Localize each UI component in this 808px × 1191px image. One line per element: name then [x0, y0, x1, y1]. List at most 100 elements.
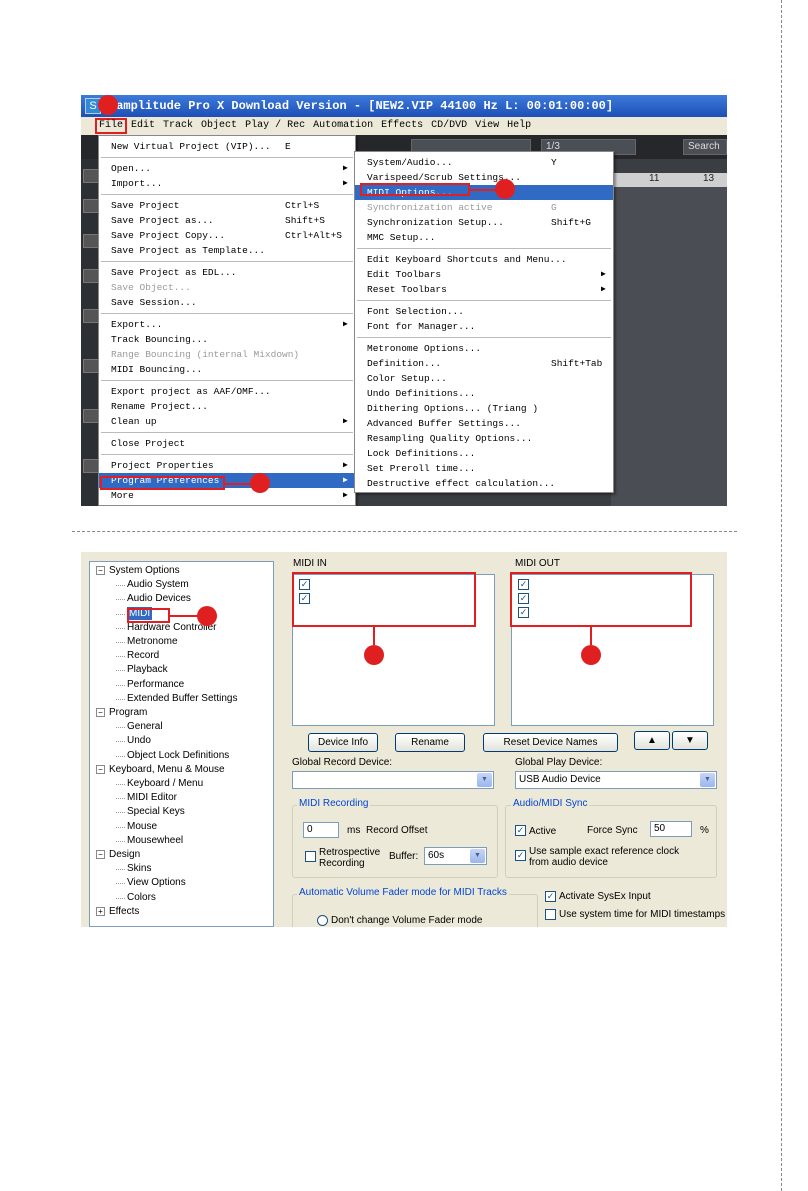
- chevron-down-icon[interactable]: ▼: [477, 773, 492, 787]
- sample-exact-checkbox[interactable]: ✓: [515, 850, 526, 861]
- menu-item-more[interactable]: More ▶: [99, 488, 355, 503]
- tree-item-system-options[interactable]: System Options: [109, 564, 180, 577]
- menu-item-reset-toolbars[interactable]: Reset Toolbars ▶: [355, 282, 613, 297]
- chevron-down-icon[interactable]: ▼: [700, 773, 715, 787]
- tree-item-audio-devices[interactable]: Audio Devices: [127, 592, 191, 605]
- move-up-button[interactable]: ▲: [634, 731, 670, 750]
- tree-item-special-keys[interactable]: Special Keys: [127, 805, 185, 818]
- menu-automation[interactable]: Automation: [309, 117, 377, 135]
- menu-track[interactable]: Track: [159, 117, 197, 135]
- menu-item-save-project-copy[interactable]: Save Project Copy... Ctrl+Alt+S: [99, 228, 355, 243]
- menu-item-save-session[interactable]: Save Session...: [99, 295, 355, 310]
- tree-item-extended-buffer-settings[interactable]: Extended Buffer Settings: [127, 692, 237, 705]
- menu-item-import[interactable]: Import... ▶: [99, 176, 355, 191]
- menu-item-close-project[interactable]: Close Project: [99, 436, 355, 451]
- menu-item-font-for-manager[interactable]: Font for Manager...: [355, 319, 613, 334]
- tree-item-skins[interactable]: Skins: [127, 862, 151, 875]
- menu-item-export[interactable]: Export... ▶: [99, 317, 355, 332]
- tree-item-undo[interactable]: Undo: [127, 734, 151, 747]
- tree-item-effects[interactable]: Effects: [109, 905, 139, 918]
- menu-item-save-project-as-template[interactable]: Save Project as Template...: [99, 243, 355, 258]
- menu-view[interactable]: View: [471, 117, 503, 135]
- menu-item-system-audio[interactable]: System/Audio... Y: [355, 155, 613, 170]
- menu-item-destructive-effect-calculation[interactable]: Destructive effect calculation...: [355, 476, 613, 491]
- menu-item-project-properties[interactable]: Project Properties ▶: [99, 458, 355, 473]
- panel-button[interactable]: [83, 359, 99, 373]
- collapse-icon[interactable]: −: [96, 708, 105, 717]
- panel-button[interactable]: [83, 309, 99, 323]
- collapse-icon[interactable]: −: [96, 764, 105, 774]
- chevron-down-icon[interactable]: ▼: [470, 849, 485, 863]
- expand-icon[interactable]: +: [96, 906, 105, 916]
- menu-item-new-virtual-project-vip[interactable]: New Virtual Project (VIP)... E: [99, 139, 355, 154]
- global-play-combo[interactable]: USB Audio Device ▼: [515, 771, 717, 789]
- menu-item-edit-keyboard-shortcuts-and-menu[interactable]: Edit Keyboard Shortcuts and Menu...: [355, 252, 613, 267]
- menu-item-rename-project[interactable]: Rename Project...: [99, 399, 355, 414]
- menu-item-clean-up[interactable]: Clean up ▶: [99, 414, 355, 429]
- reset-device-names-button[interactable]: Reset Device Names: [483, 733, 618, 752]
- tree-item-view-options[interactable]: View Options: [127, 876, 186, 889]
- tree-item-playback[interactable]: Playback: [127, 663, 168, 676]
- sync-active-checkbox[interactable]: ✓: [515, 825, 526, 836]
- menu-item-lock-definitions[interactable]: Lock Definitions...: [355, 446, 613, 461]
- menu-play-rec[interactable]: Play / Rec: [241, 117, 309, 135]
- tree-item-record[interactable]: Record: [127, 649, 159, 662]
- tree-item-keyboard-menu[interactable]: Keyboard / Menu: [127, 777, 203, 790]
- force-sync-input[interactable]: 50: [650, 821, 692, 837]
- menu-item-edit-toolbars[interactable]: Edit Toolbars ▶: [355, 267, 613, 282]
- menu-item-midi-bouncing[interactable]: MIDI Bouncing...: [99, 362, 355, 377]
- dont-change-fader-radio[interactable]: [317, 915, 328, 926]
- tree-item-audio-system[interactable]: Audio System: [127, 578, 189, 591]
- tree-item-mousewheel[interactable]: Mousewheel: [127, 834, 183, 847]
- panel-button[interactable]: [83, 169, 99, 183]
- menu-object[interactable]: Object: [197, 117, 241, 135]
- tree-item-program[interactable]: Program: [109, 706, 147, 719]
- move-down-button[interactable]: ▼: [672, 731, 708, 750]
- menu-item-definition[interactable]: Definition... Shift+Tab: [355, 356, 613, 371]
- menu-item-color-setup[interactable]: Color Setup...: [355, 371, 613, 386]
- tree-item-general[interactable]: General: [127, 720, 163, 733]
- menu-item-save-project-as-edl[interactable]: Save Project as EDL...: [99, 265, 355, 280]
- menu-effects[interactable]: Effects: [377, 117, 427, 135]
- record-offset-input[interactable]: 0: [303, 822, 339, 838]
- menu-item-dithering-options-triang[interactable]: Dithering Options... (Triang ): [355, 401, 613, 416]
- tree-item-design[interactable]: Design: [109, 848, 140, 861]
- rename-button[interactable]: Rename: [395, 733, 465, 752]
- menu-item-open[interactable]: Open... ▶: [99, 161, 355, 176]
- buffer-combo[interactable]: 60s ▼: [424, 847, 487, 865]
- menu-help[interactable]: Help: [503, 117, 535, 135]
- menu-item-mmc-setup[interactable]: MMC Setup...: [355, 230, 613, 245]
- collapse-icon[interactable]: −: [96, 566, 105, 575]
- tree-item-metronome[interactable]: Metronome: [127, 635, 178, 648]
- menu-item-track-bouncing[interactable]: Track Bouncing...: [99, 332, 355, 347]
- menu-item-synchronization-setup[interactable]: Synchronization Setup... Shift+G: [355, 215, 613, 230]
- tree-item-midi-editor[interactable]: MIDI Editor: [127, 791, 177, 804]
- menu-item-advanced-buffer-settings[interactable]: Advanced Buffer Settings...: [355, 416, 613, 431]
- menu-item-export-project-as-aaf-omf[interactable]: Export project as AAF/OMF...: [99, 384, 355, 399]
- panel-button[interactable]: [83, 459, 99, 473]
- panel-button[interactable]: [83, 269, 99, 283]
- tree-item-mouse[interactable]: Mouse: [127, 820, 157, 833]
- tree-item-object-lock-definitions[interactable]: Object Lock Definitions: [127, 749, 229, 762]
- menu-item-set-preroll-time[interactable]: Set Preroll time...: [355, 461, 613, 476]
- panel-button[interactable]: [83, 199, 99, 213]
- panel-button[interactable]: [83, 409, 99, 423]
- search-field[interactable]: Search: [683, 139, 727, 155]
- menu-item-resampling-quality-options[interactable]: Resampling Quality Options...: [355, 431, 613, 446]
- system-time-checkbox[interactable]: [545, 909, 556, 920]
- tree-item-performance[interactable]: Performance: [127, 678, 184, 691]
- tree-item-colors[interactable]: Colors: [127, 891, 156, 904]
- menu-item-save-project[interactable]: Save Project Ctrl+S: [99, 198, 355, 213]
- menu-item-save-project-as[interactable]: Save Project as... Shift+S: [99, 213, 355, 228]
- menu-item-metronome-options[interactable]: Metronome Options...: [355, 341, 613, 356]
- retrospective-recording-checkbox[interactable]: [305, 851, 316, 862]
- tree-item-keyboard-menu-mouse[interactable]: Keyboard, Menu & Mouse: [109, 763, 225, 776]
- panel-button[interactable]: [83, 234, 99, 248]
- menu-item-undo-definitions[interactable]: Undo Definitions...: [355, 386, 613, 401]
- menu-item-font-selection[interactable]: Font Selection...: [355, 304, 613, 319]
- menu-file[interactable]: File: [95, 118, 128, 134]
- menu-edit[interactable]: Edit: [127, 117, 159, 135]
- menu-cd-dvd[interactable]: CD/DVD: [427, 117, 471, 135]
- global-record-combo[interactable]: ▼: [292, 771, 494, 789]
- collapse-icon[interactable]: −: [96, 850, 105, 859]
